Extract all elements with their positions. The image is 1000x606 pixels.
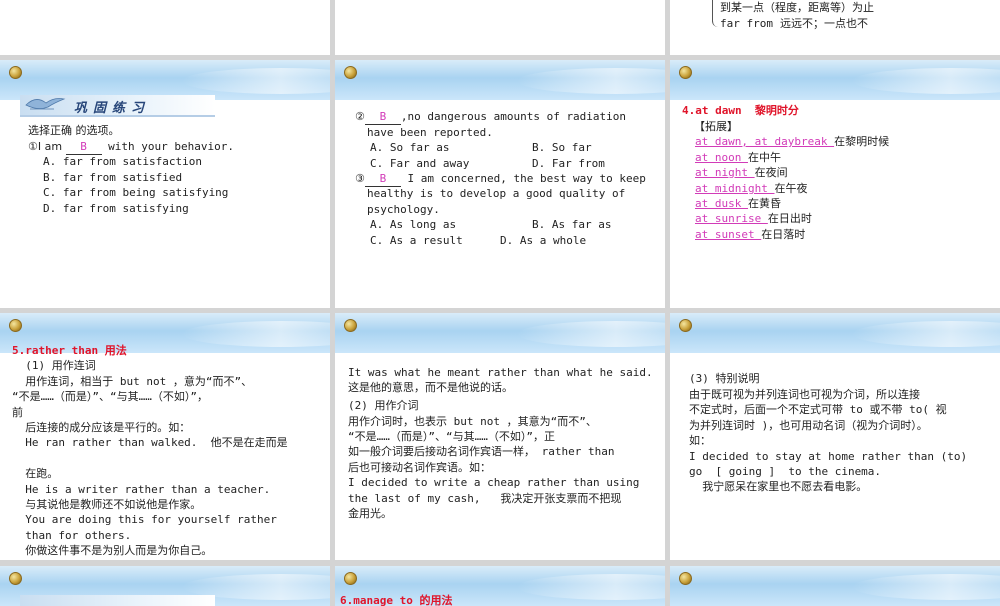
- body-line: He is a writer rather than a teacher.: [12, 483, 271, 496]
- question-2: ② B ,no dangerous amounts of radiation: [355, 109, 626, 126]
- brace: [712, 0, 719, 27]
- question-3-line2: healthy is to develop a good quality of: [367, 187, 626, 200]
- slide-bullet-icon: [679, 66, 692, 79]
- body-line: than for others.: [12, 529, 132, 542]
- slide-bullet-icon: [9, 319, 22, 332]
- body-line: 在跑。: [12, 467, 59, 480]
- consolidation-banner: 巩固练习: [20, 95, 215, 117]
- body-line: “不是……（而是）”、“与其……（不如）”，: [12, 390, 208, 403]
- section-heading: 4.at dawn 黎明时分: [682, 104, 799, 117]
- body-line: 为并列连词时 )，也可用动名词（视为介词时）。: [689, 419, 928, 432]
- slide-header-band: [670, 566, 1000, 606]
- body-line: 用作介词时，也表示 but not ，其意为“而不”、: [348, 415, 597, 428]
- expand-label: 【拓展】: [694, 120, 738, 133]
- option-d: D. far from satisfying: [43, 202, 189, 215]
- body-line: 由于既可视为并列连词也可视为介词，所以连接: [689, 388, 920, 401]
- question-3: ③B I am concerned, the best way to keep: [355, 171, 646, 188]
- phrase-row: at night 在夜间: [695, 166, 788, 179]
- phrase-row: at dawn, at daybreak 在黎明时候: [695, 135, 890, 148]
- q3-option-c: C. As a result: [370, 234, 463, 247]
- slide-bullet-icon: [9, 572, 22, 585]
- slide-header-band: [670, 313, 1000, 353]
- phrase-row: at dusk 在黄昏: [695, 197, 781, 210]
- slide-bullet-icon: [344, 572, 357, 585]
- slide-top-left: [0, 0, 330, 55]
- body-line: go [ going ] to the cinema.: [689, 465, 882, 478]
- slide-header-band: [335, 313, 665, 353]
- body-line: 后连接的成分应该是平行的。如：: [12, 421, 191, 434]
- slide-bullet-icon: [344, 66, 357, 79]
- q3-option-b: B. As far as: [532, 218, 612, 231]
- answer-blank: B: [364, 171, 401, 188]
- slide-header-band: [670, 60, 1000, 100]
- slide-row4-center: 6.manage to 的用法: [335, 566, 665, 606]
- consolidation-banner: [20, 595, 215, 606]
- body-line: 如：: [689, 434, 711, 447]
- bird-icon: [25, 98, 66, 110]
- body-line: He ran rather than walked. 他不是在走而是: [12, 436, 288, 449]
- body-line: (3) 特别说明: [689, 372, 760, 385]
- q3-option-d: D. As a whole: [500, 234, 587, 247]
- body-line: 与其说他是教师还不如说他是作家。: [12, 498, 202, 511]
- instruction: 选择正确 的选项。: [28, 124, 120, 137]
- slide-header-band: [335, 60, 665, 100]
- body-line: 我宁愿呆在家里也不愿去看电影。: [689, 480, 868, 493]
- slide-top-right: 到某一点（程度，距离等）为止 far from 远远不；一点也不: [670, 0, 1000, 55]
- q2-option-a: A. So far as: [370, 141, 450, 154]
- q2-option-b: B. So far: [532, 141, 592, 154]
- question-3-line3: psychology.: [367, 203, 440, 216]
- body-line: “不是……（而是）”、“与其……（不如）”，正: [348, 430, 555, 443]
- consolidation-title: 巩固练习: [74, 101, 151, 116]
- slide-consolidation-1: 巩固练习 选择正确 的选项。 ①I am B with your behavio…: [0, 60, 330, 308]
- phrase-row: at sunset 在日落时: [695, 228, 806, 241]
- body-line: (2) 用作介词: [348, 399, 419, 412]
- slide-consolidation-2: ② B ,no dangerous amounts of radiation hav…: [335, 60, 665, 308]
- option-a: A. far from satisfaction: [43, 155, 202, 168]
- far-from-line: far from 远远不；一点也不: [720, 17, 868, 30]
- body-line: 这是他的意思，而不是他说的话。: [348, 381, 513, 394]
- phrase-row: at midnight 在午夜: [695, 182, 808, 195]
- slide-rather-than-3: (3) 特别说明 由于既可视为并列连词也可视为介词，所以连接 不定式时，后面一个…: [670, 313, 1000, 560]
- body-line: 前: [12, 406, 23, 419]
- body-line: 金用光。: [348, 507, 392, 520]
- slide-bullet-icon: [344, 319, 357, 332]
- answer-blank: B: [364, 109, 401, 126]
- option-c: C. far from being satisfying: [43, 186, 229, 199]
- option-b: B. far from satisfied: [43, 171, 183, 184]
- slide-bullet-icon: [679, 572, 692, 585]
- slide-top-center: [335, 0, 665, 55]
- phrase-row: at sunrise 在日出时: [695, 212, 812, 225]
- body-line: the last of my cash, 我决定开张支票而不把现: [348, 492, 622, 505]
- body-line: 不定式时，后面一个不定式可带 to 或不带 to( 视: [689, 403, 947, 416]
- body-line: It was what he meant rather than what he…: [348, 366, 653, 379]
- question-2-line2: have been reported.: [367, 126, 493, 139]
- slide-row4-right: [670, 566, 1000, 606]
- slide-row4-left: [0, 566, 330, 606]
- phrase-row: at noon 在中午: [695, 151, 781, 164]
- body-line: (1) 用作连词: [12, 359, 96, 372]
- answer-blank: B: [65, 139, 102, 156]
- body-line: 如一般介词要后接动名词作宾语一样， rather than: [348, 445, 615, 458]
- slide-at-dawn: 4.at dawn 黎明时分 【拓展】 at dawn, at daybreak…: [670, 60, 1000, 308]
- body-line: 后也可接动名词作宾语。如：: [348, 461, 491, 474]
- slide-rather-than-2: It was what he meant rather than what he…: [335, 313, 665, 560]
- body-line: 你做这件事不是为别人而是为你自己。: [12, 544, 213, 557]
- body-line: 用作连词，相当于 but not ，意为“而不”、: [12, 375, 253, 388]
- section-heading: 5.rather than 用法: [12, 344, 127, 357]
- q3-option-a: A. As long as: [370, 218, 457, 231]
- body-line: You are doing this for yourself rather: [12, 513, 277, 526]
- slide-bullet-icon: [679, 319, 692, 332]
- body-line: I decided to write a cheap rather than u…: [348, 476, 640, 489]
- q2-option-c: C. Far and away: [370, 157, 470, 170]
- question-1: ①I am B with your behavior.: [28, 139, 234, 156]
- q2-option-d: D. Far from: [532, 157, 605, 170]
- body-line: I decided to stay at home rather than (t…: [689, 450, 968, 463]
- slide-rather-than-1: 5.rather than 用法 (1) 用作连词 用作连词，相当于 but n…: [0, 313, 330, 560]
- slide-bullet-icon: [9, 66, 22, 79]
- far-definition-line: 到某一点（程度，距离等）为止: [720, 1, 874, 14]
